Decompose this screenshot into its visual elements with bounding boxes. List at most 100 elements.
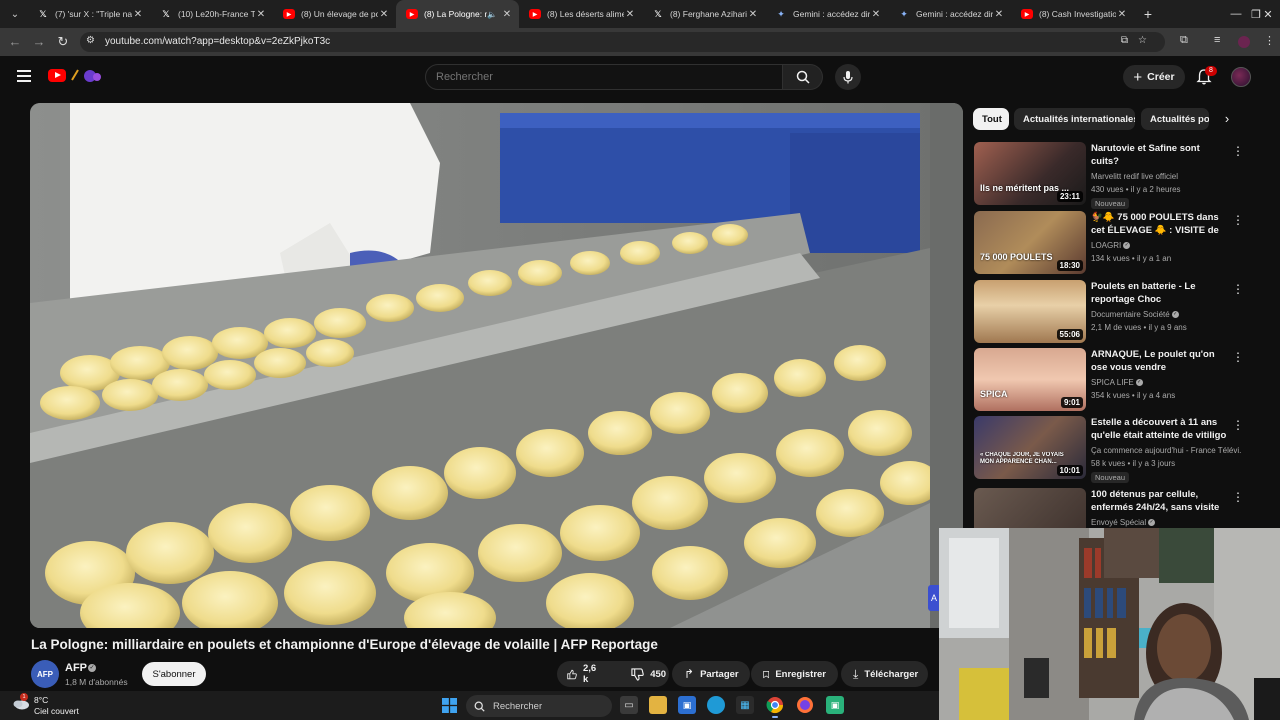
menu-hamburger-icon[interactable] — [17, 70, 31, 85]
browser-tab[interactable]: 𝕏 (7) 'sur X : "Triple nati ✕ — [27, 0, 150, 28]
tab-search-chevron-icon[interactable]: ⌄ — [3, 4, 27, 24]
close-tab-icon[interactable]: ✕ — [624, 9, 636, 20]
speaker-icon[interactable]: 🔈 — [487, 10, 497, 19]
dislike-count: 450 — [650, 668, 667, 680]
back-arrow-icon[interactable]: ← — [6, 33, 24, 51]
browser-tab[interactable]: ▶ (8) Cash Investigation ✕ — [1011, 0, 1134, 28]
voice-search-button[interactable] — [835, 64, 861, 90]
reload-icon[interactable]: ↻ — [54, 33, 72, 51]
save-button[interactable]: Enregistrer — [751, 661, 838, 687]
chevron-right-icon[interactable]: › — [1217, 108, 1237, 130]
browser-tab[interactable]: ▶ (8) La Pologne: m 🔈 ✕ — [396, 0, 519, 28]
recommended-video-title[interactable]: Poulets en batterie - Le reportage Choc — [1091, 280, 1229, 306]
app-green-icon[interactable]: ▣ — [826, 696, 844, 714]
more-options-icon[interactable]: ⋮ — [1232, 282, 1244, 296]
video-thumbnail[interactable]: 75 000 POULETS 18:30 — [974, 211, 1086, 274]
search-input[interactable] — [426, 65, 782, 89]
recommended-video-title[interactable]: 🐓🐥 75 000 POULETS dans cet ÉLEVAGE 🐥 : V… — [1091, 211, 1229, 238]
chrome-icon[interactable] — [766, 696, 784, 718]
dislike-button[interactable]: 450 — [621, 661, 676, 687]
create-button[interactable]: + Créer — [1123, 65, 1185, 89]
more-options-icon[interactable]: ⋮ — [1232, 144, 1244, 158]
recommended-channel-name[interactable]: Ça commence aujourd'hui - France Télévi.… — [1091, 446, 1241, 455]
firefox-icon[interactable] — [796, 696, 814, 714]
more-options-icon[interactable]: ⋮ — [1232, 490, 1244, 504]
recommended-video[interactable]: 55:06 Poulets en batterie - Le reportage … — [974, 280, 1254, 344]
recommended-channel-name[interactable]: Documentaire Société ✓ — [1091, 310, 1241, 319]
close-tab-icon[interactable]: ✕ — [870, 9, 882, 20]
video-thumbnail[interactable]: « CHAQUE JOUR, JE VOYAIS MON APPARENCE C… — [974, 416, 1086, 479]
video-player[interactable] — [30, 103, 963, 628]
subscribe-button[interactable]: S'abonner — [142, 662, 206, 686]
video-meta: 354 k vues • il y a 4 ans — [1091, 391, 1176, 400]
edge-browser-icon[interactable] — [707, 696, 725, 714]
browser-menu-icon[interactable]: ⋮ — [1264, 34, 1275, 47]
verified-check-icon: ✓ — [1135, 379, 1143, 387]
close-tab-icon[interactable]: ✕ — [1116, 9, 1128, 20]
recommended-video[interactable]: SPICA 9:01 ARNAQUE, Le poulet qu'on ose vo… — [974, 348, 1254, 412]
browser-tab[interactable]: 𝕏 (8) Ferghane Azihari (✕ — [642, 0, 765, 28]
recommended-channel-name[interactable]: LOAGRI ✓ — [1091, 241, 1241, 250]
browser-tab[interactable]: ✦ Gemini : accédez dire ✕ — [765, 0, 888, 28]
chip-actualites-internationales[interactable]: Actualités internationales — [1014, 108, 1135, 130]
share-button[interactable]: ↱ Partager — [672, 661, 750, 687]
close-window-icon[interactable]: ✕ — [1256, 0, 1280, 28]
more-options-icon[interactable]: ⋮ — [1232, 418, 1244, 432]
profile-avatar[interactable] — [1238, 36, 1250, 48]
recommended-video-title[interactable]: Estelle a découvert à 11 ans qu'elle éta… — [1091, 416, 1229, 442]
tab-title: (8) Ferghane Azihari ( — [670, 9, 747, 19]
recommended-channel-name[interactable]: Envoyé Spécial ✓ — [1091, 518, 1241, 527]
channel-avatar[interactable]: AFP — [31, 660, 59, 688]
tab-title: (8) Les déserts alimen — [547, 9, 624, 19]
recommended-video-title[interactable]: Narutovie et Safine sont cuits? — [1091, 142, 1229, 168]
windows-start-icon[interactable] — [442, 698, 457, 713]
video-thumbnail[interactable]: 55:06 — [974, 280, 1086, 343]
channel-name-text: LOAGRI — [1091, 241, 1122, 250]
new-tab-plus-icon[interactable]: + — [1138, 6, 1158, 22]
bookmark-star-icon[interactable]: ⧉☆ — [1121, 35, 1157, 46]
search-box[interactable] — [425, 64, 783, 90]
file-explorer-icon[interactable] — [649, 696, 667, 714]
site-info-icon[interactable]: ⚙ — [86, 35, 95, 46]
forward-arrow-icon[interactable]: → — [30, 33, 48, 51]
taskbar-search[interactable]: Rechercher — [466, 695, 612, 717]
chip-actualites-politiques[interactable]: Actualités po — [1141, 108, 1209, 130]
recommended-video-title[interactable]: 100 détenus par cellule, enfermés 24h/24… — [1091, 488, 1229, 515]
doodle-icon[interactable] — [70, 68, 106, 87]
search-button[interactable] — [783, 64, 823, 90]
close-tab-icon[interactable]: ✕ — [501, 9, 513, 20]
chip-tout[interactable]: Tout — [973, 108, 1009, 130]
browser-tab[interactable]: ✦ Gemini : accédez dire ✕ — [888, 0, 1011, 28]
store-icon[interactable]: ▣ — [678, 696, 696, 714]
close-tab-icon[interactable]: ✕ — [132, 9, 144, 20]
recommended-channel-name[interactable]: SPICA LIFE ✓ — [1091, 378, 1241, 387]
recommended-video[interactable]: Ils ne méritent pas ... 23:11 Narutovie et… — [974, 142, 1254, 209]
more-options-icon[interactable]: ⋮ — [1232, 350, 1244, 364]
youtube-logo[interactable] — [48, 69, 66, 82]
video-thumbnail[interactable]: Ils ne méritent pas ... 23:11 — [974, 142, 1086, 205]
close-tab-icon[interactable]: ✕ — [378, 9, 390, 20]
browser-tab[interactable]: ▶ (8) Les déserts alimen ✕ — [519, 0, 642, 28]
recommended-video[interactable]: 75 000 POULETS 18:30 🐓🐥 75 000 POULETS dan… — [974, 211, 1254, 275]
recommended-video[interactable]: « CHAQUE JOUR, JE VOYAIS MON APPARENCE C… — [974, 416, 1254, 483]
account-avatar[interactable] — [1231, 67, 1251, 87]
close-tab-icon[interactable]: ✕ — [747, 9, 759, 20]
close-tab-icon[interactable]: ✕ — [255, 9, 267, 20]
extensions-icon[interactable]: ⧉ — [1180, 34, 1188, 47]
reading-list-icon[interactable]: ≡ — [1214, 34, 1220, 46]
download-button[interactable]: ⤓ Télécharger — [841, 661, 928, 687]
recommended-video-title[interactable]: ARNAQUE, Le poulet qu'on ose vous vendre — [1091, 348, 1229, 374]
more-options-icon[interactable]: ⋮ — [1232, 213, 1244, 227]
address-bar[interactable]: ⚙ youtube.com/watch?app=desktop&v=2eZkPj… — [80, 32, 1165, 52]
task-view-icon[interactable]: ▭ — [620, 696, 638, 714]
channel-name[interactable]: AFP — [65, 662, 87, 674]
browser-tab[interactable]: ▶ (8) Un élevage de pou ✕ — [273, 0, 396, 28]
like-button[interactable]: 2,6 k — [557, 661, 609, 687]
video-thumbnail[interactable]: SPICA 9:01 — [974, 348, 1086, 411]
recommended-channel-name[interactable]: Marvelitt redif live officiel — [1091, 172, 1241, 181]
video-duration: 23:11 — [1056, 191, 1083, 202]
browser-tab[interactable]: 𝕏 (10) Le20h-France Télé✕ — [150, 0, 273, 28]
close-tab-icon[interactable]: ✕ — [993, 9, 1005, 20]
address-toolbar: ← → ↻ ⚙ youtube.com/watch?app=desktop&v=… — [0, 28, 1280, 56]
microsoft-store-icon[interactable]: ▦ — [736, 696, 754, 714]
